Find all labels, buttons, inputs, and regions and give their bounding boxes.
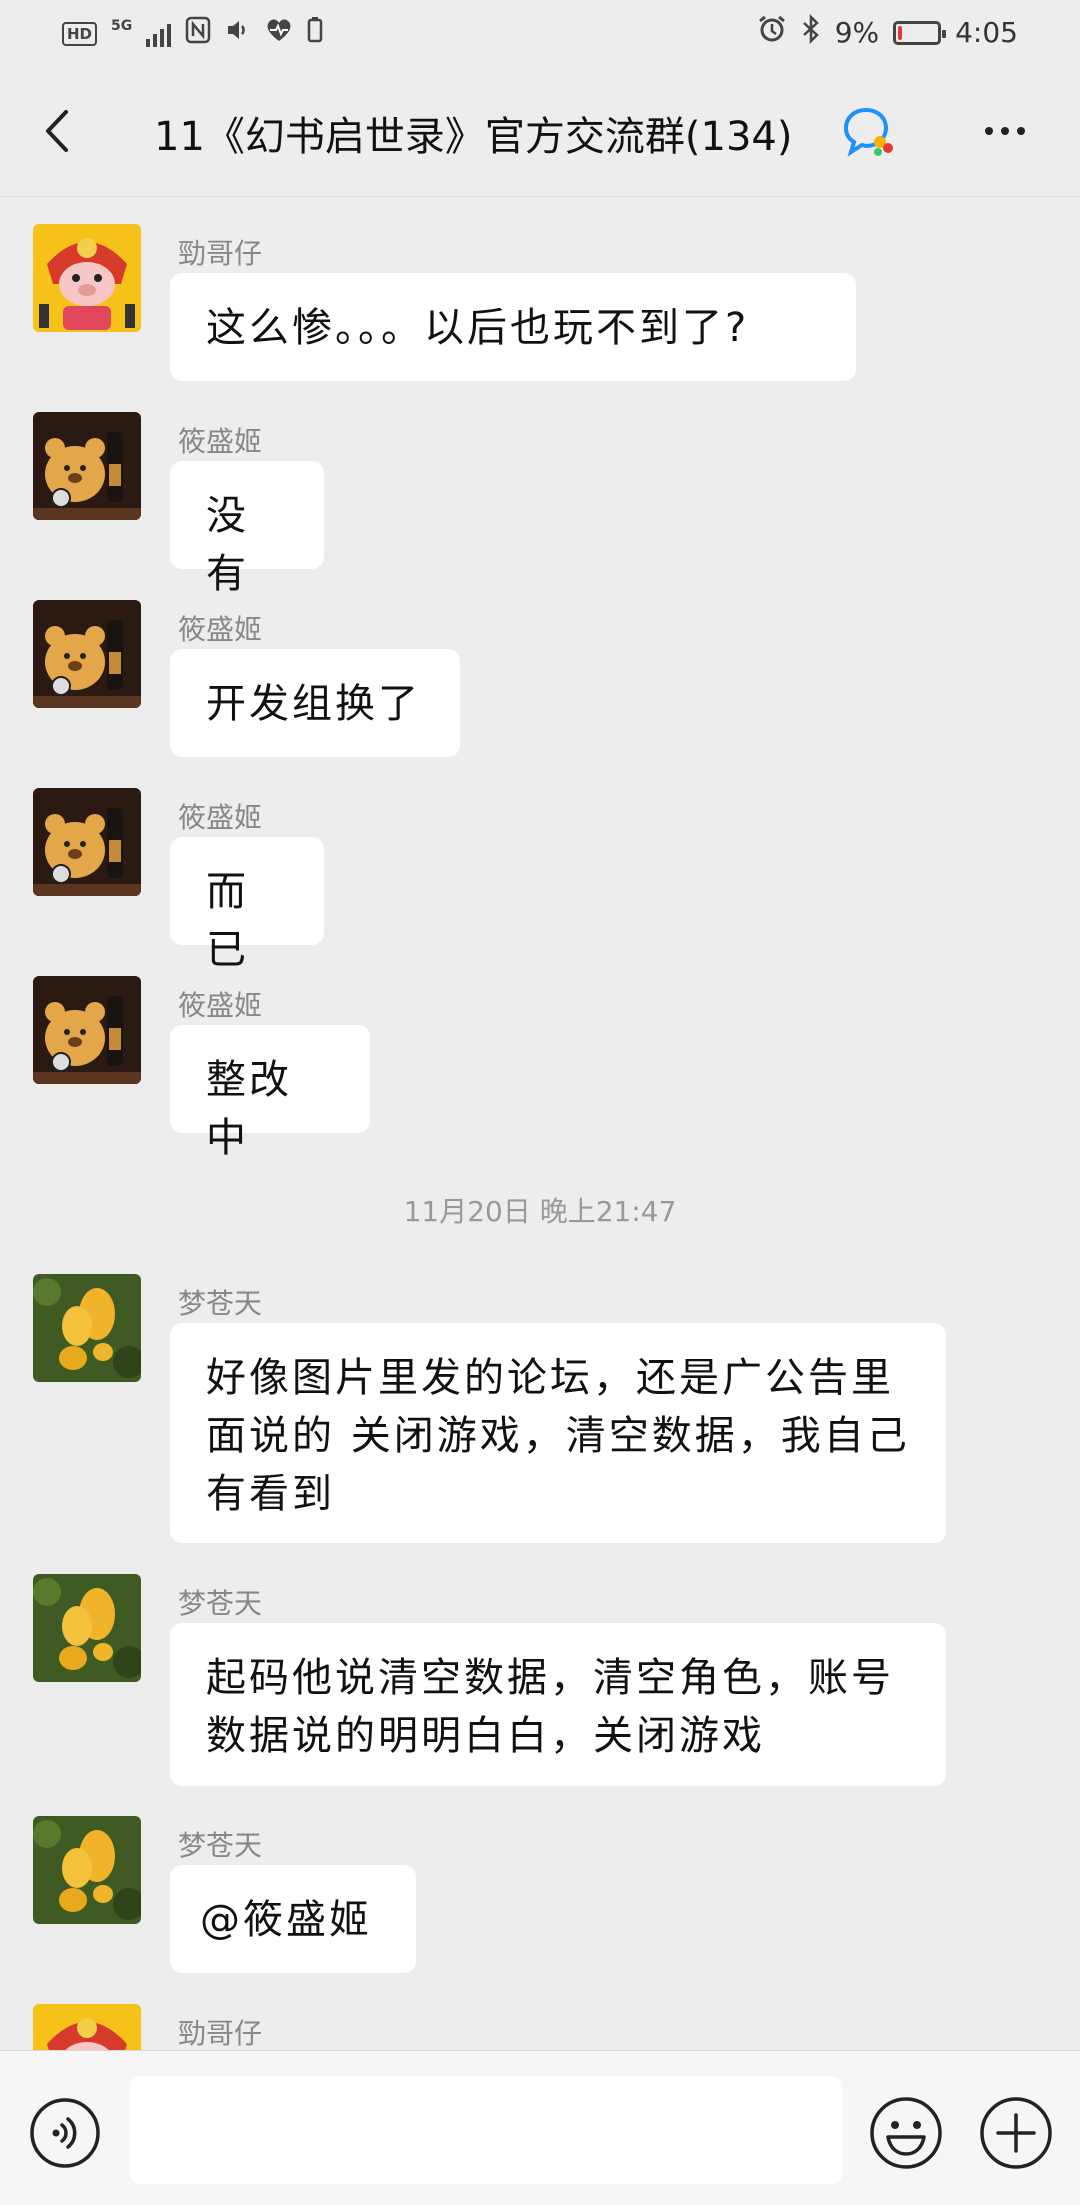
message-bubble[interactable]: 这么惨。。。以后也玩不到了? (170, 273, 856, 381)
avatar[interactable] (33, 788, 141, 896)
health-heart-icon (265, 17, 293, 50)
timestamp-divider: 11月20日 晚上21:47 (403, 1195, 677, 1228)
emoji-button[interactable] (868, 2095, 944, 2171)
qq-chat-icon[interactable] (842, 106, 898, 158)
more-options-button[interactable] (975, 106, 1035, 156)
volume-icon (225, 17, 251, 50)
avatar[interactable] (33, 1274, 141, 1382)
sender-name: 筱盛姬 (178, 801, 263, 834)
bluetooth-icon (801, 13, 821, 51)
sender-name: 筱盛姬 (178, 425, 263, 458)
sender-name: 筱盛姬 (178, 613, 263, 646)
title-bar: 11《幻书启世录》官方交流群(134) (0, 66, 1080, 197)
chat-area[interactable]: 勁哥仔 这么惨。。。以后也玩不到了? 筱盛姬 没有 筱盛姬 开发组换了 筱盛姬 … (0, 197, 1080, 2050)
avatar[interactable] (33, 2004, 141, 2050)
avatar[interactable] (33, 600, 141, 708)
message-bubble[interactable]: 没有 (170, 461, 324, 597)
sender-name: 筱盛姬 (178, 989, 263, 1022)
clock: 4:05 (955, 16, 1018, 49)
avatar[interactable] (33, 224, 141, 332)
voice-input-button[interactable] (28, 2096, 102, 2170)
message-bubble[interactable]: @筱盛姬 (170, 1865, 416, 1973)
message-bubble[interactable]: 起码他说清空数据，清空角色，账号数据说的明明白白，关闭游戏 (170, 1623, 946, 1786)
sender-name: 勁哥仔 (178, 237, 263, 270)
alarm-icon (757, 14, 787, 51)
message-bubble[interactable]: 而已 (170, 837, 324, 973)
signal-icon (146, 21, 172, 47)
sender-name: 梦苍天 (178, 1287, 263, 1320)
message-bubble[interactable]: 整改中 (170, 1025, 370, 1161)
battery-percent: 9% (834, 16, 880, 49)
status-bar: HD 5G 9% 4:05 (0, 0, 1080, 66)
back-button[interactable] (34, 106, 84, 156)
battery-icon (893, 20, 947, 45)
network-label: 5G (111, 17, 133, 34)
input-bar (0, 2050, 1080, 2205)
nfc-icon (185, 16, 211, 51)
message-bubble[interactable]: 开发组换了 (170, 649, 460, 757)
phone-battery-icon (307, 17, 323, 50)
hd-icon: HD (62, 21, 98, 46)
more-functions-button[interactable] (978, 2095, 1054, 2171)
sender-name: 梦苍天 (178, 1829, 263, 1862)
message-input[interactable] (130, 2076, 842, 2184)
avatar[interactable] (33, 976, 141, 1084)
sender-name: 勁哥仔 (178, 2017, 263, 2050)
group-title: 11《幻书启世录》官方交流群(134) (154, 114, 793, 160)
sender-name: 梦苍天 (178, 1587, 263, 1620)
avatar[interactable] (33, 412, 141, 520)
avatar[interactable] (33, 1816, 141, 1924)
avatar[interactable] (33, 1574, 141, 1682)
message-bubble[interactable]: 好像图片里发的论坛，还是广公告里面说的 关闭游戏，清空数据，我自己有看到 (170, 1323, 946, 1543)
